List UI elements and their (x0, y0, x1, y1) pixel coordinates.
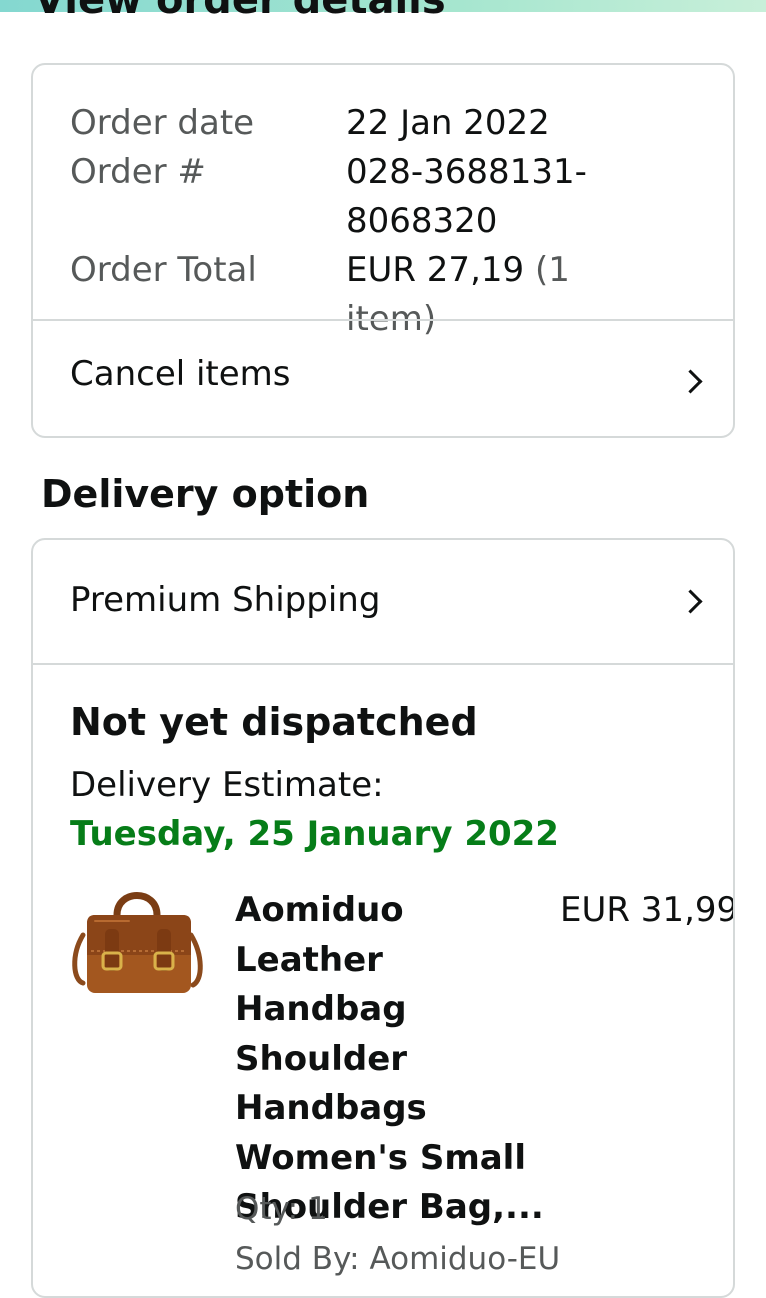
order-number-row: Order # 028-3688131- 8068320 (70, 148, 646, 246)
page-title: View order details (34, 0, 446, 23)
order-number-part-2: 8068320 (346, 201, 498, 241)
order-total-amount: EUR 27,19 (346, 250, 525, 290)
product-quantity: Qty: 1 (235, 1191, 328, 1227)
order-number-label: Order # (70, 152, 206, 192)
order-date-row: Order date 22 Jan 2022 (70, 99, 646, 148)
delivery-card: Premium Shipping Not yet dispatched Deli… (31, 538, 735, 1298)
chevron-right-icon (678, 589, 703, 614)
delivery-option-heading: Delivery option (41, 472, 370, 516)
delivery-estimate-label: Delivery Estimate: (70, 765, 384, 805)
brown-leather-handbag-icon (72, 892, 203, 993)
order-summary-details: Order date 22 Jan 2022 Order # 028-36881… (70, 99, 646, 344)
cancel-items-button[interactable]: Cancel items (33, 321, 733, 436)
order-number-value: 028-3688131- 8068320 (346, 148, 646, 246)
order-number-part-1: 028-3688131- (346, 152, 587, 192)
shipment-status: Not yet dispatched (70, 700, 478, 744)
product-image[interactable] (69, 885, 205, 1000)
delivery-divider (33, 663, 733, 665)
cancel-items-label: Cancel items (70, 354, 291, 394)
product-seller: Sold By: Aomiduo-EU (235, 1241, 561, 1277)
product-title-link[interactable]: Aomiduo Leather Handbag Shoulder Handbag… (235, 886, 545, 1233)
premium-shipping-button[interactable]: Premium Shipping (33, 540, 733, 663)
order-summary-card: Order date 22 Jan 2022 Order # 028-36881… (31, 63, 735, 438)
order-date-label: Order date (70, 103, 255, 143)
order-date-value: 22 Jan 2022 (346, 103, 550, 143)
delivery-estimate-date: Tuesday, 25 January 2022 (70, 814, 559, 854)
shipping-option-label: Premium Shipping (70, 580, 381, 620)
product-price: EUR 31,99 (560, 890, 735, 930)
chevron-right-icon (678, 369, 703, 394)
